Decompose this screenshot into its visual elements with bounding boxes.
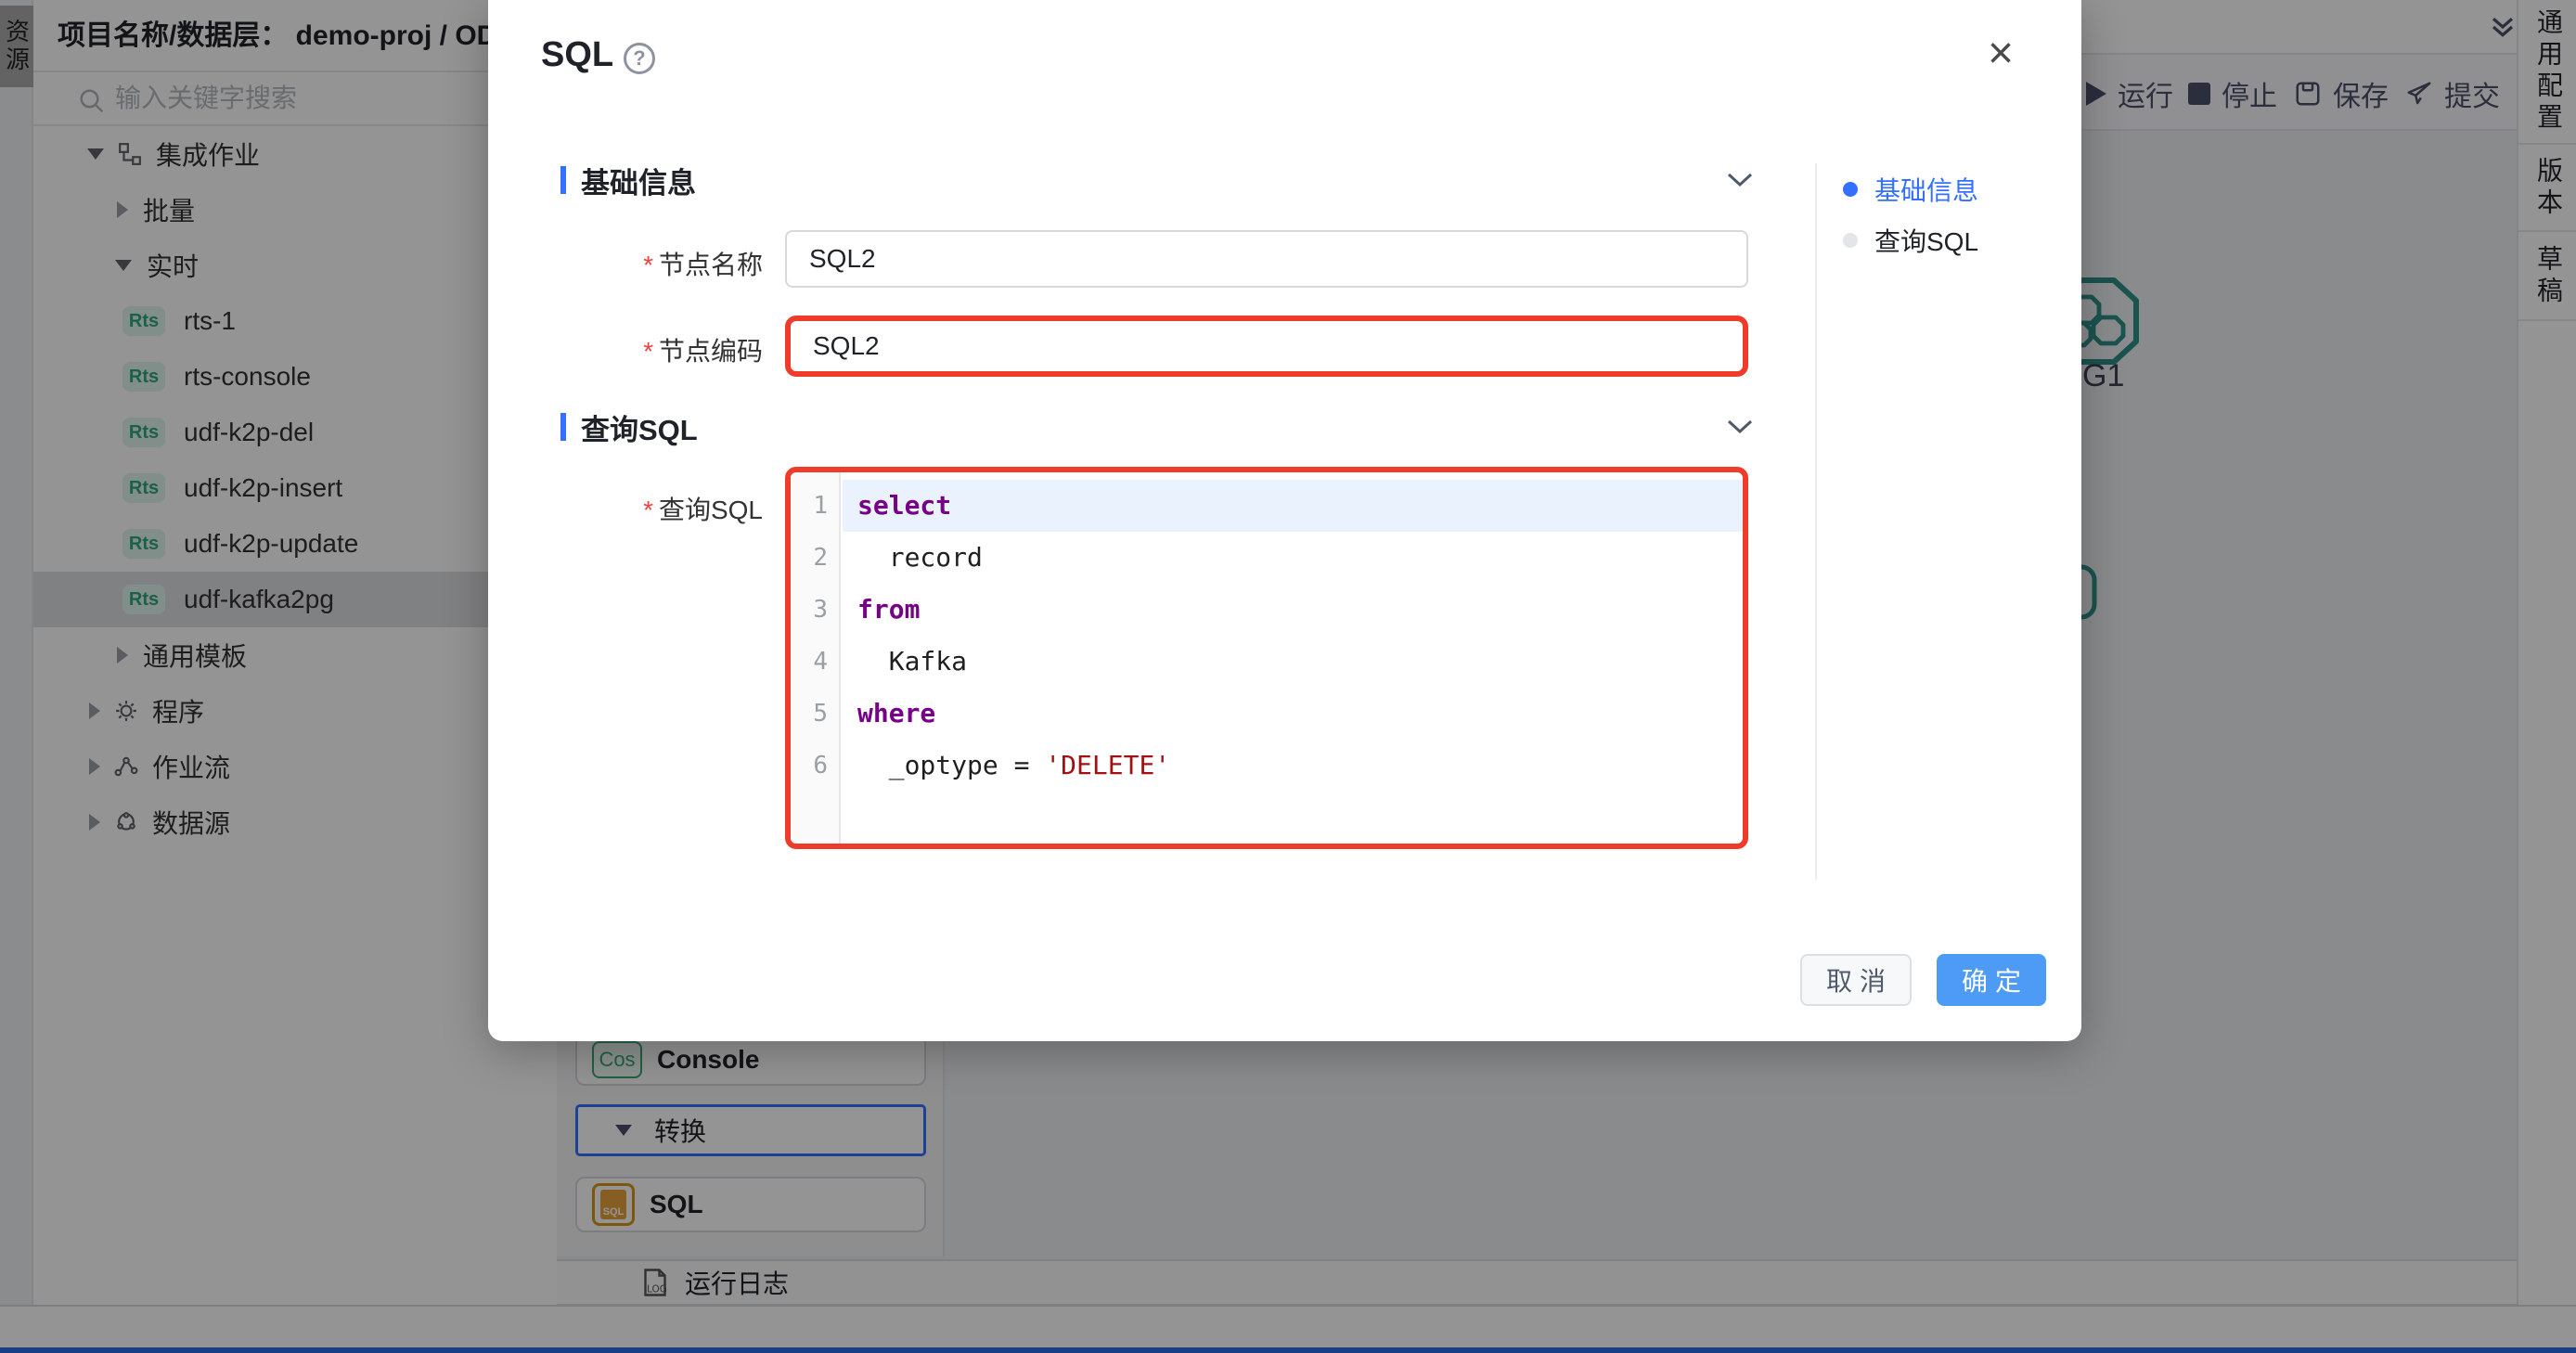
editor-code-area[interactable]: select record from Kafka where _optype =… bbox=[843, 472, 1743, 792]
section-title: 查询SQL bbox=[581, 406, 1726, 448]
close-icon[interactable]: × bbox=[1988, 32, 2014, 76]
help-icon[interactable]: ? bbox=[624, 43, 655, 74]
section-title: 基础信息 bbox=[581, 160, 1726, 201]
anchor-query-sql[interactable]: 查询SQL bbox=[1843, 222, 1978, 259]
code-line: Kafka bbox=[843, 636, 1743, 688]
editor-gutter: 1 2 3 4 5 6 bbox=[791, 472, 841, 844]
anchor-label: 基础信息 bbox=[1874, 171, 1978, 208]
required-asterisk: * bbox=[643, 251, 653, 279]
code-line: _optype = 'DELETE' bbox=[843, 740, 1743, 792]
cancel-button[interactable]: 取消 bbox=[1800, 954, 1912, 1006]
body-divider bbox=[1815, 163, 1817, 880]
screen: 资源 项目名称/数据层： demo-proj / ODS bbox=[0, 0, 2576, 1353]
code-line: from bbox=[843, 584, 1743, 636]
anchor-dot bbox=[1843, 233, 1858, 248]
required-asterisk: * bbox=[643, 337, 653, 366]
section-query-sql: 查询SQL bbox=[560, 406, 1754, 447]
code-line: where bbox=[843, 688, 1743, 740]
section-accent-bar bbox=[560, 413, 566, 441]
node-name-label: *节点名称 bbox=[540, 245, 763, 282]
node-code-label: *节点编码 bbox=[540, 331, 763, 368]
code-line: record bbox=[843, 532, 1743, 584]
dialog-title: SQL bbox=[541, 35, 613, 75]
section-basic-info: 基础信息 bbox=[560, 160, 1754, 200]
anchor-basic-info[interactable]: 基础信息 bbox=[1843, 171, 1978, 208]
anchor-label: 查询SQL bbox=[1874, 222, 1978, 259]
sql-node-dialog: SQL ? × 基础信息 *节点名称 *节点编码 查询SQL bbox=[488, 0, 2081, 1041]
query-sql-label: *查询SQL bbox=[540, 490, 763, 527]
node-code-input[interactable] bbox=[785, 316, 1748, 377]
required-asterisk: * bbox=[643, 496, 653, 524]
code-line: select bbox=[843, 480, 1743, 532]
chevron-down-icon[interactable] bbox=[1726, 172, 1754, 188]
node-name-input[interactable] bbox=[785, 230, 1748, 288]
confirm-button[interactable]: 确定 bbox=[1937, 954, 2046, 1006]
anchor-dot bbox=[1843, 182, 1858, 197]
section-accent-bar bbox=[560, 166, 566, 194]
chevron-down-icon[interactable] bbox=[1726, 419, 1754, 435]
sql-code-editor[interactable]: 1 2 3 4 5 6 select record from Kafka whe… bbox=[785, 467, 1748, 849]
